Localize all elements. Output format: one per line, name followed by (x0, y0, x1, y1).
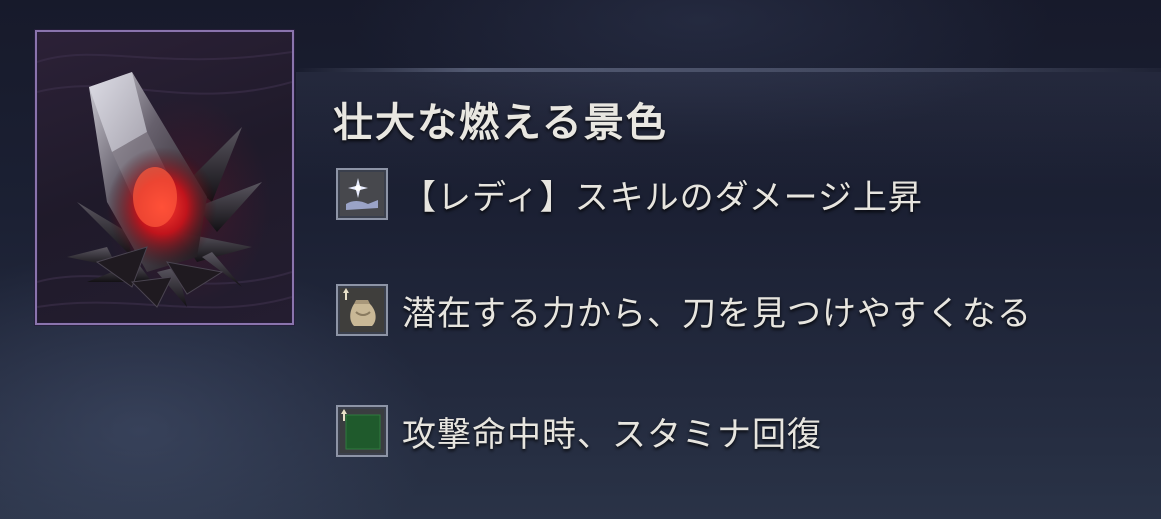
effect-text: 潜在する力から、刀を見つけやすくなる (402, 293, 1032, 334)
effect-row: 攻撃命中時、スタミナ回復 (336, 405, 822, 457)
effect-row: 潜在する力から、刀を見つけやすくなる (336, 284, 1032, 336)
effect-text: 【レディ】スキルのダメージ上昇 (402, 177, 923, 218)
panel-divider (296, 68, 1161, 72)
stamina-up-icon (336, 405, 388, 457)
red-crystal-icon (37, 51, 292, 309)
pouch-up-icon (336, 284, 388, 336)
skill-damage-icon (336, 168, 388, 220)
item-thumbnail (35, 30, 294, 325)
item-title: 壮大な燃える景色 (333, 99, 668, 146)
effect-row: 【レディ】スキルのダメージ上昇 (336, 168, 923, 220)
effect-text: 攻撃命中時、スタミナ回復 (402, 414, 822, 455)
